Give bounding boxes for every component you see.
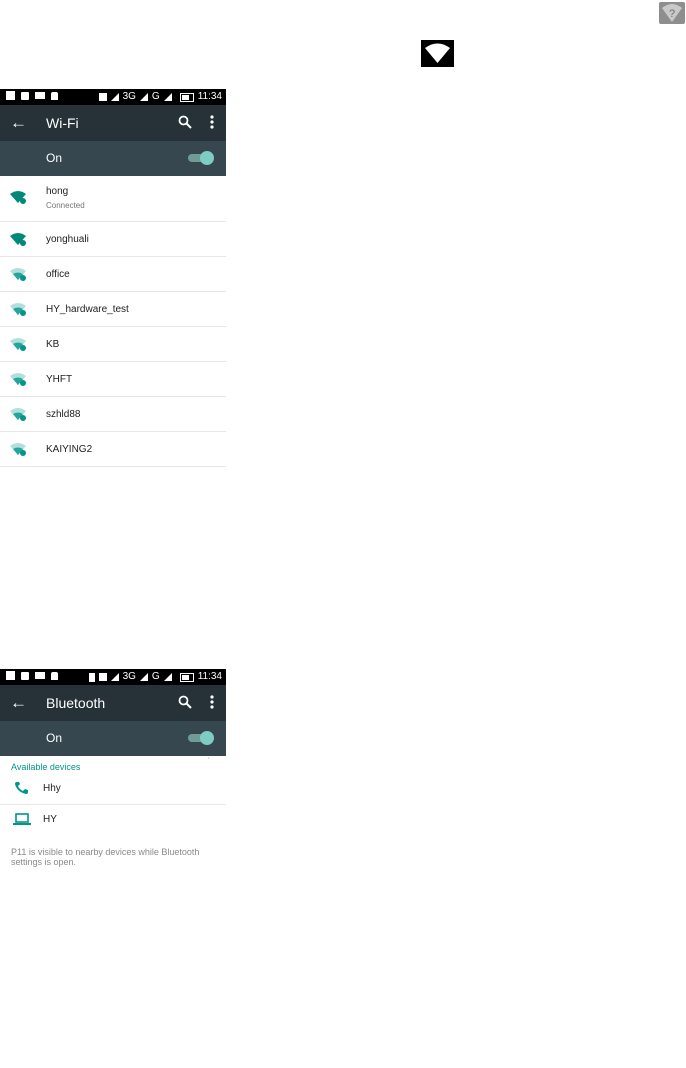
help-wifi-icon: ?	[659, 2, 685, 24]
available-devices-header: Available devices ˋ	[0, 756, 226, 774]
wifi-network-item[interactable]: HY_hardware_test	[0, 292, 226, 327]
lock-icon	[51, 91, 58, 100]
bluetooth-toggle[interactable]	[188, 731, 214, 745]
wifi-signal-icon	[110, 93, 119, 101]
wifi-signal-full-icon	[10, 191, 26, 204]
network-name: KAIYING2	[46, 444, 93, 455]
network-name: office	[46, 269, 70, 280]
wifi-network-item[interactable]: KAIYING2	[0, 432, 226, 467]
network-name: hong	[46, 186, 69, 197]
status-bar: 3G G 11:34	[0, 89, 226, 105]
device-name: Hhy	[43, 783, 61, 794]
wifi-signal-partial-icon	[10, 443, 26, 456]
switch-label: On	[46, 731, 63, 745]
network-name: HY_hardware_test	[46, 304, 129, 315]
message-icon	[35, 92, 45, 99]
scanning-indicator-icon: ˋ	[207, 757, 210, 766]
page-title: Bluetooth	[46, 695, 106, 711]
image-notification-icon	[6, 91, 15, 100]
more-options-icon[interactable]	[210, 115, 214, 129]
bluetooth-status-icon	[88, 672, 95, 682]
clock: 11:34	[197, 671, 222, 682]
bluetooth-master-switch[interactable]: On	[0, 721, 226, 756]
vibrate-icon	[98, 93, 107, 101]
vibrate-icon	[98, 673, 107, 681]
cell-signal-2-icon	[163, 93, 172, 101]
wifi-network-item[interactable]: YHFT	[0, 362, 226, 397]
wifi-network-item[interactable]: office	[0, 257, 226, 292]
image-notification-icon	[6, 671, 15, 680]
battery-icon	[179, 672, 194, 682]
message-icon	[35, 672, 45, 679]
cell-signal-icon	[139, 93, 148, 101]
back-arrow-icon[interactable]: ←	[10, 113, 27, 133]
wifi-network-item[interactable]: yonghuali	[0, 222, 226, 257]
battery-icon	[179, 92, 194, 102]
usb-icon	[21, 91, 29, 100]
network-type-3g: 3G	[122, 91, 136, 102]
wifi-network-item[interactable]: hong Connected	[0, 176, 226, 222]
network-name: YHFT	[46, 374, 73, 385]
wifi-signal-partial-icon	[10, 373, 26, 386]
wifi-signal-icon	[110, 673, 119, 681]
network-type-g: G	[151, 671, 160, 682]
network-status: Connected	[46, 201, 85, 210]
network-name: yonghuali	[46, 234, 89, 245]
wifi-master-switch[interactable]: On	[0, 141, 226, 176]
wifi-network-item[interactable]: szhld88	[0, 397, 226, 432]
phone-icon	[15, 782, 28, 794]
cell-signal-icon	[139, 673, 148, 681]
network-type-3g: 3G	[122, 671, 136, 682]
network-type-g: G	[151, 91, 160, 102]
laptop-icon	[13, 813, 31, 825]
app-bar: ← Bluetooth	[0, 685, 226, 721]
wifi-signal-partial-icon	[10, 268, 26, 281]
page-title: Wi-Fi	[46, 115, 79, 131]
switch-label: On	[46, 151, 63, 165]
wifi-network-list: hong Connected yonghuali office HY_hardw…	[0, 176, 226, 467]
search-icon[interactable]	[178, 115, 192, 129]
wifi-signal-partial-icon	[10, 408, 26, 421]
section-title: Available devices	[11, 762, 81, 772]
app-bar: ← Wi-Fi	[0, 105, 226, 141]
network-name: KB	[46, 339, 60, 350]
wifi-signal-partial-icon	[10, 303, 26, 316]
wifi-icon	[421, 40, 454, 67]
bluetooth-device-item[interactable]: Hhy	[0, 774, 226, 805]
bluetooth-screen: 3G G 11:34 ← Bluetooth On Available devi…	[0, 669, 226, 873]
wifi-signal-partial-icon	[10, 338, 26, 351]
device-name: HY	[43, 814, 57, 825]
visibility-note-container: P11 is visible to nearby devices while B…	[0, 847, 226, 873]
wifi-screen: 3G G 11:34 ← Wi-Fi On hong Connected yon…	[0, 89, 226, 467]
wifi-signal-full-icon	[10, 233, 26, 246]
svg-text:?: ?	[669, 8, 675, 20]
back-arrow-icon[interactable]: ←	[10, 693, 27, 713]
search-icon[interactable]	[178, 695, 192, 709]
more-options-icon[interactable]	[210, 695, 214, 709]
clock: 11:34	[197, 91, 222, 102]
wifi-toggle[interactable]	[188, 151, 214, 165]
cell-signal-2-icon	[163, 673, 172, 681]
visibility-note: P11 is visible to nearby devices while B…	[11, 847, 200, 867]
wifi-network-item[interactable]: KB	[0, 327, 226, 362]
bluetooth-device-item[interactable]: HY	[0, 805, 226, 835]
usb-icon	[21, 671, 29, 680]
network-name: szhld88	[46, 409, 81, 420]
lock-icon	[51, 671, 58, 680]
status-bar: 3G G 11:34	[0, 669, 226, 685]
